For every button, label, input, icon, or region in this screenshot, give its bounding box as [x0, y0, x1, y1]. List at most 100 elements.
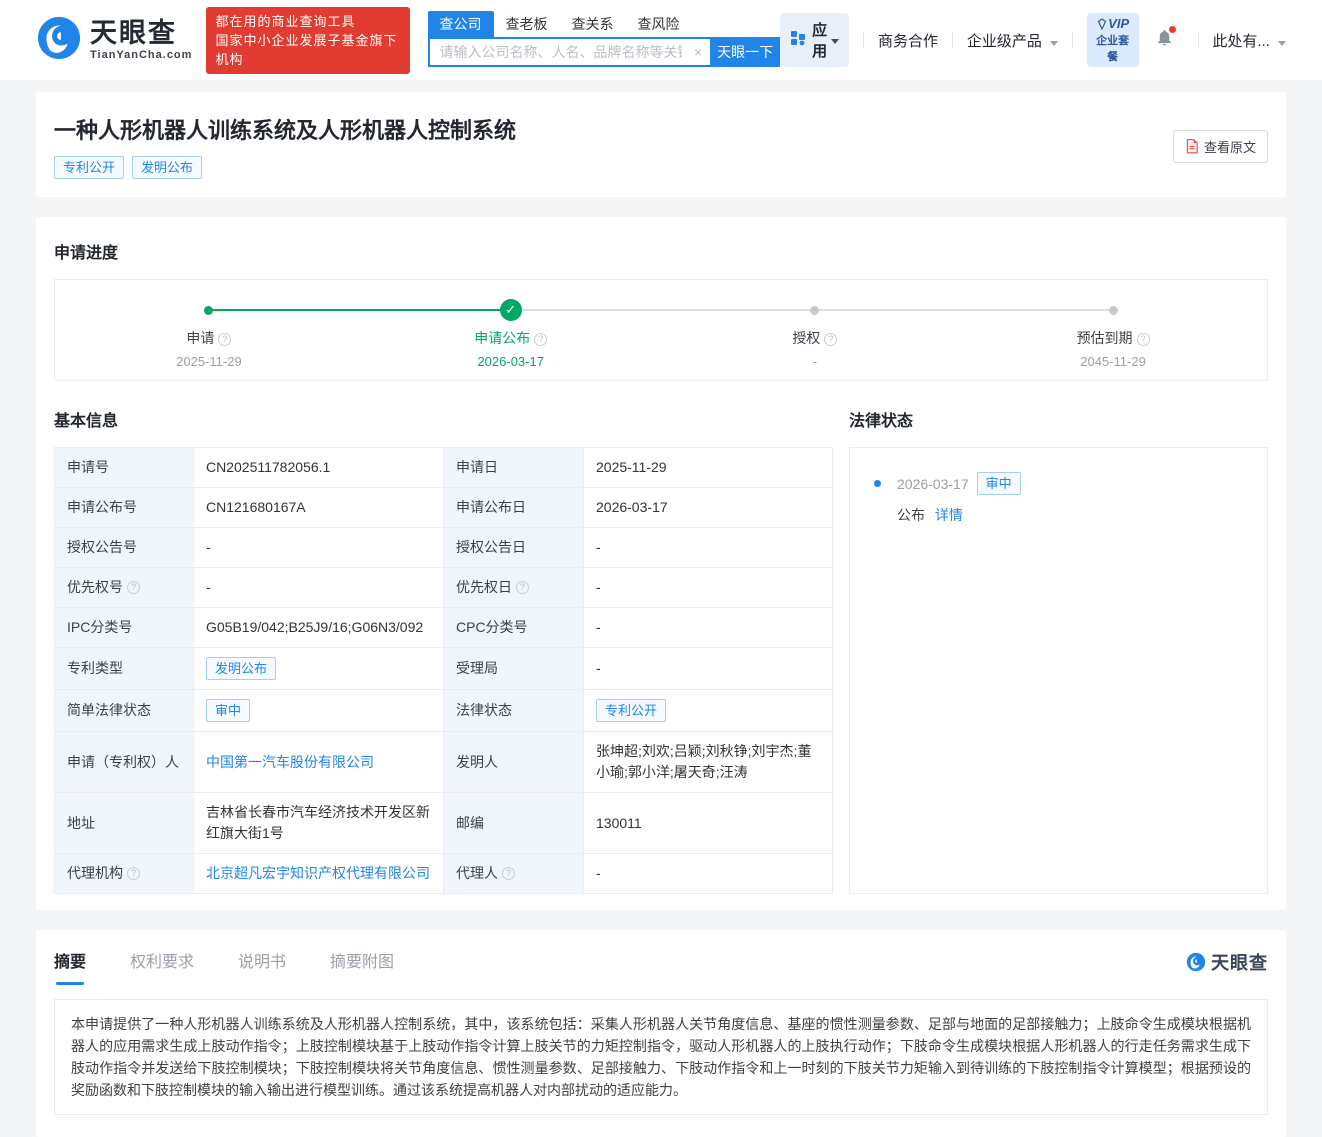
search-category-tabs: 查公司 查老板 查关系 查风险 [427, 11, 781, 37]
field-value: - [584, 568, 834, 608]
field-label: CPC分类号 [444, 608, 584, 648]
field-label: 授权公告日 [444, 528, 584, 568]
field-value: 中国第一汽车股份有限公司 [194, 732, 444, 793]
field-label: 简单法律状态 [55, 690, 194, 732]
clear-search-icon[interactable]: × [694, 44, 702, 60]
patent-detail-card: 申请进度 ✓ 申请? 2025-11-29 申请公布? 2026-03-17 授… [36, 217, 1286, 910]
abstract-text: 本申请提供了一种人形机器人训练系统及人形机器人控制系统，其中，该系统包括：采集人… [71, 1016, 1251, 1098]
field-label: 授权公告号 [55, 528, 194, 568]
help-icon[interactable]: ? [516, 581, 529, 594]
field-label: 代理人? [444, 854, 584, 893]
basic-info-section-title: 基本信息 [54, 413, 119, 430]
tab-abstract-figure[interactable]: 摘要附图 [330, 948, 394, 985]
field-value: - [194, 568, 444, 608]
tianyancha-watermark: 天眼查 [1186, 949, 1268, 985]
basic-info-table: 申请号 CN202511782056.1 申请日 2025-11-29 申请公布… [54, 447, 834, 894]
search-input[interactable] [427, 37, 711, 67]
tianyancha-eye-icon [1186, 952, 1206, 971]
patent-title: 一种人形机器人训练系统及人形机器人控制系统 [54, 118, 517, 143]
field-value: 专利公开 [584, 690, 834, 732]
progress-dot-applied [204, 306, 214, 315]
apps-menu[interactable]: 应用 [780, 13, 850, 67]
field-label: 申请公布号 [55, 488, 194, 528]
vip-diamond-icon [1097, 17, 1107, 30]
progress-step-estimated-expiry: 预估到期? 2045-11-29 [1033, 328, 1193, 369]
slogan-line-2: 国家中小企业发展子基金旗下机构 [215, 32, 398, 67]
divider [1197, 31, 1199, 49]
divider [952, 31, 953, 49]
search-tab-risk[interactable]: 查风险 [626, 11, 692, 37]
tab-abstract[interactable]: 摘要 [54, 948, 86, 985]
field-value: - [194, 528, 444, 568]
progress-step-date: 2025-11-29 [176, 354, 242, 369]
notifications-bell-icon[interactable] [1155, 26, 1176, 52]
agency-company-link[interactable]: 北京超凡宏宇知识产权代理有限公司 [206, 863, 430, 884]
legal-status-section-title: 法律状态 [849, 413, 914, 430]
nav-enterprise[interactable]: 企业级产品 [967, 30, 1058, 51]
chevron-down-icon [1050, 40, 1058, 46]
timeline-dot [874, 480, 881, 487]
tab-claims[interactable]: 权利要求 [130, 948, 194, 985]
field-label: IPC分类号 [55, 608, 194, 648]
help-icon[interactable]: ? [824, 332, 838, 346]
tianyancha-logo[interactable]: 天眼查 TianYanCha.com [36, 15, 192, 66]
legal-status-tag: 审中 [976, 472, 1021, 495]
search-button[interactable]: 天眼一下 [710, 37, 781, 67]
search-tab-relation[interactable]: 查关系 [560, 11, 626, 37]
vip-label: VIP [1108, 16, 1130, 31]
brand-name: 天眼查 [90, 18, 177, 48]
field-value: CN121680167A [194, 488, 444, 528]
header-nav: 应用 商务合作 企业级产品 VIP 企业套餐 此处有... [780, 13, 1286, 67]
field-label: 申请日 [444, 448, 584, 488]
field-value: 吉林省长春市汽车经济技术开发区新红旗大街1号 [194, 793, 444, 854]
slogan-line-1: 都在用的商业查询工具 [215, 13, 356, 29]
search-module: 查公司 查老板 查关系 查风险 × 天眼一下 [427, 11, 781, 67]
apps-grid-icon [790, 30, 806, 51]
abstract-text-box: 本申请提供了一种人形机器人训练系统及人形机器人控制系统，其中，该系统包括：采集人… [54, 999, 1268, 1115]
field-value: G05B19/042;B25J9/16;G06N3/092 [194, 608, 444, 648]
user-menu[interactable]: 此处有... [1212, 30, 1286, 51]
field-value: 张坤超;刘欢;吕颖;刘秋铮;刘宇杰;董小瑜;郭小洋;屠天奇;汪涛 [584, 732, 834, 793]
help-icon[interactable]: ? [502, 867, 515, 880]
help-icon[interactable]: ? [218, 332, 232, 346]
help-icon[interactable]: ? [1136, 332, 1150, 346]
applicant-company-link[interactable]: 中国第一汽车股份有限公司 [206, 752, 374, 773]
brand-slogan: 都在用的商业查询工具 国家中小企业发展子基金旗下机构 [206, 6, 410, 74]
tab-description[interactable]: 说明书 [238, 948, 286, 985]
field-value: 审中 [194, 690, 444, 732]
field-label: 发明人 [444, 732, 584, 793]
help-icon[interactable]: ? [127, 867, 140, 880]
abstract-card: 摘要 权利要求 说明书 摘要附图 天眼查 本申请提供了一种人形机器人训练系统及人… [36, 930, 1286, 1137]
legal-status-panel: 2026-03-17 审中 公布 详情 [849, 447, 1268, 894]
progress-segment-pending [814, 309, 1114, 311]
progress-step-application: 申请? 2025-11-29 [129, 328, 289, 369]
field-value: 北京超凡宏宇知识产权代理有限公司 [194, 854, 444, 893]
progress-step-grant: 授权? - [735, 328, 895, 369]
progress-dot-granted [810, 306, 820, 315]
content-tabs: 摘要 权利要求 说明书 摘要附图 天眼查 [54, 948, 1268, 985]
tag-patent-publication: 专利公开 [54, 156, 125, 179]
legal-status-tag: 专利公开 [596, 699, 667, 722]
legal-status-detail-link[interactable]: 详情 [935, 507, 963, 523]
nav-cooperation[interactable]: 商务合作 [878, 30, 938, 51]
tianyancha-eye-icon [36, 15, 82, 66]
divider [1072, 31, 1073, 49]
chevron-down-icon [831, 38, 840, 44]
help-icon[interactable]: ? [534, 332, 548, 346]
progress-segment-done [208, 309, 511, 311]
view-original-button[interactable]: 查看原文 [1172, 130, 1268, 163]
vip-package-badge[interactable]: VIP 企业套餐 [1086, 13, 1139, 67]
field-label: 法律状态 [444, 690, 584, 732]
progress-step-date: - [812, 354, 818, 369]
field-label: 优先权日? [444, 568, 584, 608]
help-icon[interactable]: ? [127, 581, 140, 594]
search-tab-boss[interactable]: 查老板 [494, 11, 560, 37]
field-value: CN202511782056.1 [194, 448, 444, 488]
field-label: 申请（专利权）人 [55, 732, 194, 793]
progress-section-title: 申请进度 [54, 245, 119, 262]
pdf-file-icon [1186, 139, 1198, 154]
field-value: - [584, 608, 834, 648]
application-progress-timeline: ✓ 申请? 2025-11-29 申请公布? 2026-03-17 授权? - … [54, 279, 1268, 381]
search-tab-company[interactable]: 查公司 [427, 11, 494, 37]
legal-status-item: 2026-03-17 审中 公布 详情 [874, 472, 1243, 525]
